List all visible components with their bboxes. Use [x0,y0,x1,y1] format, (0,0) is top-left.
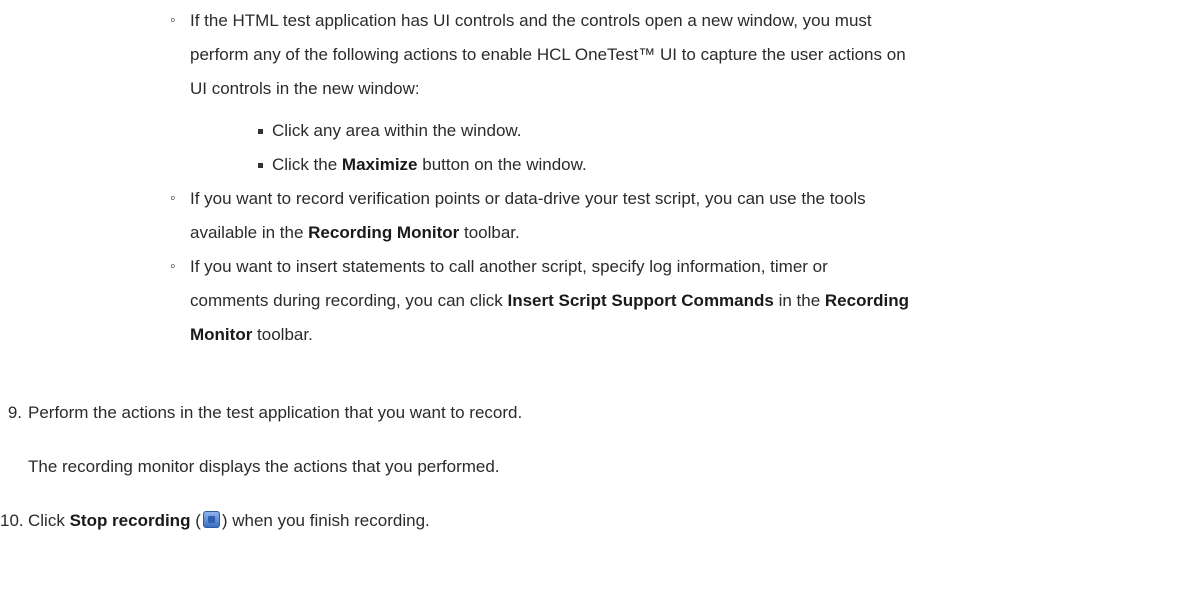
sub-item-2-line-1: If you want to record verification point… [190,189,866,208]
stop-recording-label: Stop recording [69,511,191,530]
sub-item-3-line-3: Monitor toolbar. [190,325,313,344]
sub-item-2-line-2: available in the Recording Monitor toolb… [190,223,520,242]
nested-item-1: Click any area within the window. [272,121,522,140]
insert-script-support-commands-label: Insert Script Support Commands [507,291,774,310]
recording-monitor-label: Recording Monitor [308,223,460,242]
bullet-circle: ◦ [170,190,176,207]
bullet-square [258,163,263,168]
maximize-label: Maximize [341,155,418,174]
step-number: 9. [7,403,22,422]
bullet-circle: ◦ [170,258,176,275]
sub-item-1-line-1: If the HTML test application has UI cont… [190,11,872,30]
sub-item-3-line-2: comments during recording, you can click… [190,291,909,310]
recording-label: Recording [824,291,909,310]
sub-item-1-line-2: perform any of the following actions to … [190,45,906,64]
sub-item-3-line-1: If you want to insert statements to call… [190,257,828,276]
step-10-text: Click Stop recording () when you finish … [28,511,430,530]
step-9-text: Perform the actions in the test applicat… [28,403,523,422]
bullet-square [258,129,263,134]
sub-item-1-line-3: UI controls in the new window: [190,79,420,98]
stop-recording-icon [202,511,220,528]
step-number: 10. [0,511,24,530]
step-9-result: The recording monitor displays the actio… [28,457,500,476]
bullet-circle: ◦ [170,12,176,29]
nested-item-2: Click the Maximize button on the window. [272,155,587,174]
monitor-label: Monitor [190,325,253,344]
